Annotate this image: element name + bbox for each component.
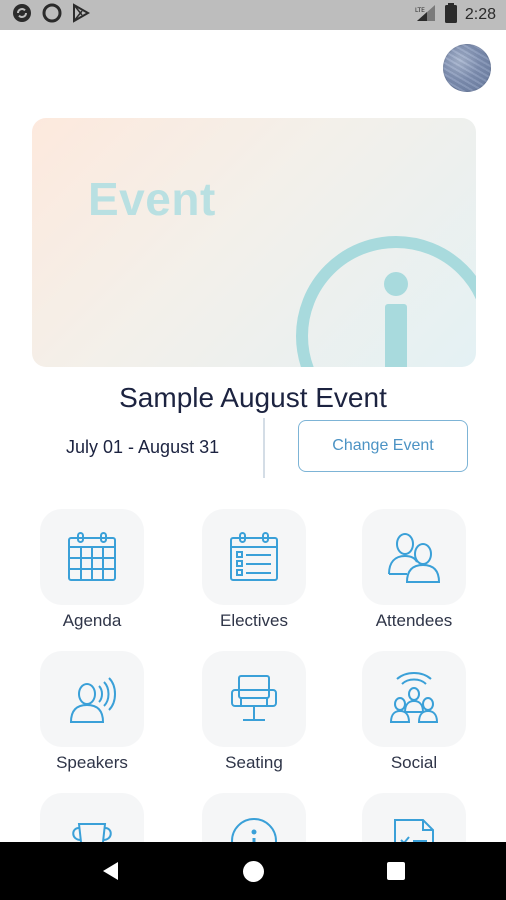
- tile-label-speakers: Speakers: [56, 753, 128, 772]
- chair-icon: [231, 675, 277, 721]
- recent-apps-icon[interactable]: [387, 862, 405, 880]
- tile-label-electives: Electives: [219, 611, 289, 630]
- tile-seating[interactable]: [202, 651, 306, 747]
- checklist-calendar-icon: [230, 532, 278, 581]
- tile-label-attendees: Attendees: [375, 611, 453, 630]
- people-icon: [388, 533, 441, 583]
- event-dates: July 01 - August 31: [66, 437, 220, 457]
- tile-social[interactable]: [362, 651, 466, 747]
- battery-icon: [444, 2, 457, 28]
- system-nav-bar: [0, 842, 506, 900]
- calendar-icon: [68, 532, 116, 581]
- avatar[interactable]: [443, 44, 491, 92]
- play-store-icon: [72, 2, 91, 28]
- speaker-icon: [69, 677, 116, 723]
- tile-speakers[interactable]: [40, 651, 144, 747]
- tile-label-agenda: Agenda: [62, 611, 122, 630]
- change-event-button[interactable]: Change Event: [298, 420, 468, 472]
- home-icon[interactable]: [243, 861, 264, 882]
- event-banner: Event: [32, 118, 476, 367]
- tile-label-social: Social: [390, 753, 438, 772]
- tile-label-seating: Seating: [225, 753, 283, 772]
- social-broadcast-icon: [389, 672, 439, 723]
- signal-lte-icon: LTE: [415, 4, 437, 27]
- back-icon[interactable]: [100, 860, 120, 882]
- status-time: 2:28: [464, 6, 496, 23]
- info-icon: [296, 236, 476, 367]
- circle-icon: [42, 3, 62, 28]
- tile-agenda[interactable]: [40, 509, 144, 605]
- banner-word: Event: [88, 173, 216, 225]
- sync-icon: [12, 3, 32, 28]
- tile-attendees[interactable]: [362, 509, 466, 605]
- tile-electives[interactable]: [202, 509, 306, 605]
- svg-text:LTE: LTE: [415, 7, 425, 14]
- status-bar: LTE 2:28: [0, 0, 506, 30]
- divider: [263, 418, 265, 478]
- event-title: Sample August Event: [119, 382, 387, 413]
